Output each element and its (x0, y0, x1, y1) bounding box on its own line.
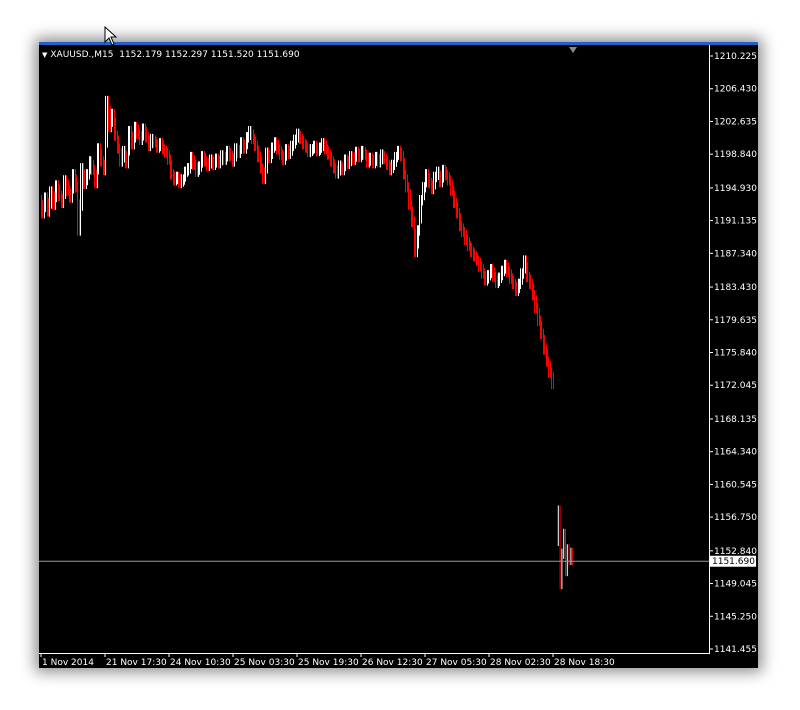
window-top-border (39, 42, 758, 45)
y-tick-label: 1179.635 (714, 316, 757, 326)
current-price-marker: 1151.690 (710, 555, 756, 567)
time-axis[interactable]: 1 Nov 2014 21 Nov 17:30 24 Nov 10:30 25 Nov… (40, 653, 615, 668)
x-tick-label: 25 Nov 19:30 (298, 658, 359, 668)
y-tick-label: 1194.930 (714, 184, 757, 194)
dropdown-triangle-icon[interactable]: ▼ (42, 51, 47, 59)
y-tick-label: 1198.840 (714, 150, 757, 160)
y-tick-label: 1191.135 (714, 217, 757, 227)
y-tick-label: 1183.430 (714, 283, 757, 293)
y-tick-label: 1145.250 (714, 612, 757, 622)
candle-series (41, 95, 574, 590)
ohlc-values: 1152.179 1152.297 1151.520 1151.690 (119, 50, 300, 60)
y-tick-label: 1152.840 (714, 547, 757, 557)
mouse-cursor-icon (104, 26, 118, 46)
y-tick-label: 1149.045 (714, 580, 757, 590)
y-tick-label: 1156.750 (714, 513, 757, 523)
y-tick-label: 1172.045 (714, 381, 757, 391)
x-tick-label: 28 Nov 18:30 (554, 658, 615, 668)
price-chart[interactable]: 1210.225 1206.430 1202.635 1198.840 1194.930… (39, 42, 758, 668)
chart-window[interactable]: 1210.225 1206.430 1202.635 1198.840 1194.930… (39, 42, 758, 668)
x-tick-label: 28 Nov 02:30 (490, 658, 551, 668)
symbol-name: XAUUSD.,M15 (50, 50, 114, 60)
x-tick-label: 24 Nov 10:30 (170, 658, 231, 668)
y-tick-label: 1168.135 (714, 415, 757, 425)
y-tick-label: 1187.340 (714, 249, 757, 259)
symbol-header[interactable]: ▼ XAUUSD.,M15 1152.179 1152.297 1151.520 … (42, 50, 300, 60)
x-tick-label: 25 Nov 03:30 (234, 658, 295, 668)
x-tick-label: 27 Nov 05:30 (426, 658, 487, 668)
y-tick-label: 1175.840 (714, 349, 757, 359)
current-price-label: 1151.690 (712, 557, 755, 567)
x-tick-label: 21 Nov 17:30 (106, 658, 167, 668)
y-tick-label: 1202.635 (714, 117, 757, 127)
y-tick-label: 1141.455 (714, 645, 757, 655)
y-tick-label: 1206.430 (714, 85, 757, 95)
y-tick-label: 1164.340 (714, 448, 757, 458)
y-tick-label: 1210.225 (714, 52, 757, 62)
x-tick-label: 26 Nov 12:30 (362, 658, 423, 668)
chart-shift-marker-icon[interactable] (569, 47, 577, 53)
y-tick-label: 1160.545 (714, 480, 757, 490)
x-tick-label: 1 Nov 2014 (42, 658, 94, 668)
